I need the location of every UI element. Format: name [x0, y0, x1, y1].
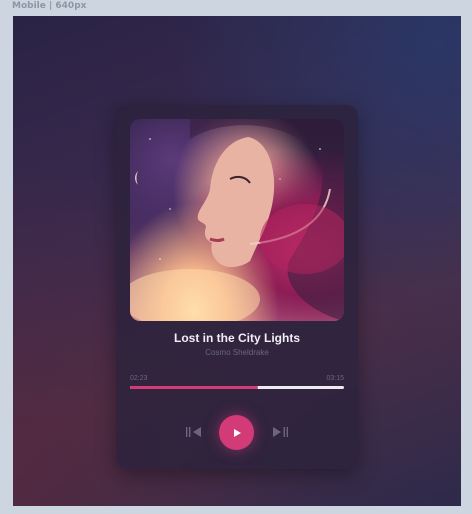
music-player-card: Lost in the City Lights Cosmo Sheldrake …: [116, 105, 358, 469]
play-icon: [233, 428, 241, 437]
skip-previous-icon: [186, 427, 201, 437]
progress-fill: [130, 386, 259, 389]
track-artist: Cosmo Sheldrake: [205, 348, 269, 357]
previous-button[interactable]: [184, 425, 204, 439]
album-cover: [130, 119, 344, 321]
frame-label: Mobile | 640px: [12, 1, 87, 11]
skip-next-icon: [273, 427, 288, 437]
progress-bar[interactable]: [130, 386, 344, 389]
track-duration: 03:15: [326, 375, 344, 382]
next-button[interactable]: [270, 425, 290, 439]
album-art-illustration: [130, 119, 344, 321]
play-button[interactable]: [219, 415, 254, 450]
current-time: 02:23: [130, 375, 148, 382]
track-title: Lost in the City Lights: [174, 331, 300, 345]
canvas-background: Lost in the City Lights Cosmo Sheldrake …: [13, 16, 461, 506]
